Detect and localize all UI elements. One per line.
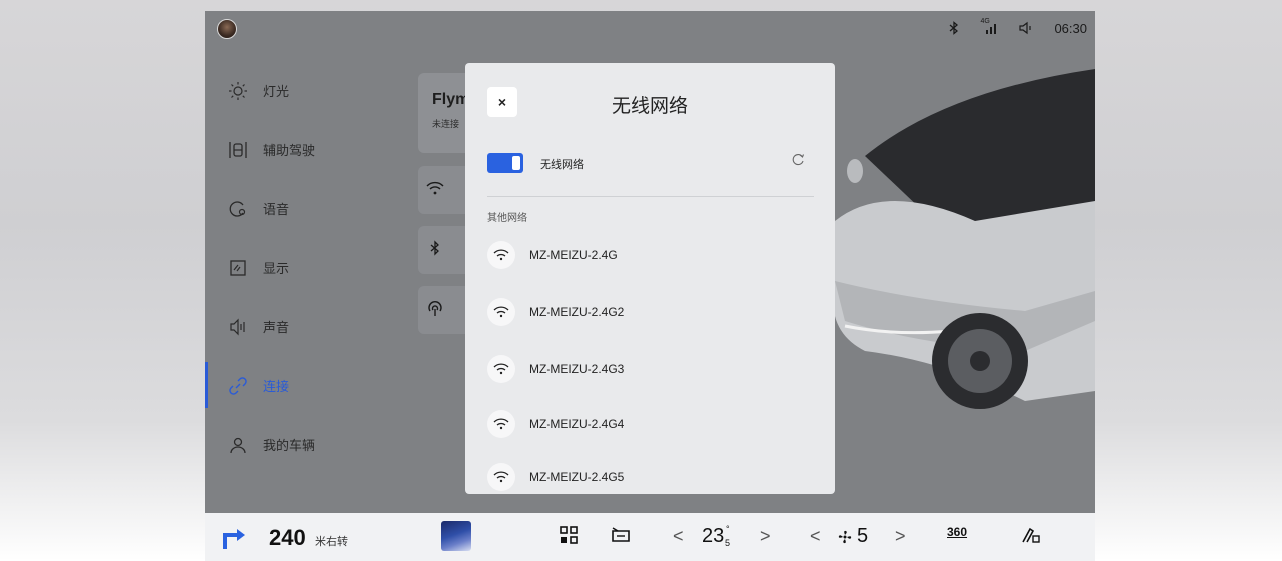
other-networks-label: 其他网络: [487, 213, 527, 224]
menu-item-sound[interactable]: 声音: [205, 297, 405, 356]
voice-icon: [227, 198, 249, 220]
network-item[interactable]: MZ-MEIZU-2.4G2: [487, 292, 817, 332]
menu-item-light[interactable]: 灯光: [205, 61, 405, 120]
light-icon: [227, 80, 249, 102]
display-icon: [227, 257, 249, 279]
menu-item-voice[interactable]: 语音: [205, 179, 405, 238]
dialog-title: 无线网络: [611, 96, 688, 117]
sound-icon: [227, 316, 249, 338]
network-item[interactable]: MZ-MEIZU-2.4G5: [487, 457, 817, 497]
nav-distance: 240: [269, 525, 306, 550]
flyme-card-title: Flym: [432, 91, 470, 108]
apps-grid-icon[interactable]: [559, 525, 579, 550]
settings-menu: 灯光 辅助驾驶 语音 显示 声音 连接 我的车辆: [205, 61, 405, 474]
avatar[interactable]: [217, 19, 237, 39]
status-bar: 4G 06:30: [205, 11, 1095, 45]
menu-item-my-vehicle[interactable]: 我的车辆: [205, 415, 405, 474]
menu-label-light: 灯光: [263, 84, 290, 99]
nav-distance-unit: 米右转: [315, 536, 348, 548]
car-image: [825, 61, 1095, 481]
wifi-dialog: × 无线网络 无线网络 其他网络 MZ-MEIZU-2.4G MZ-MEIZU-…: [465, 63, 835, 494]
bluetooth-icon: [948, 21, 960, 35]
car-seat-icon[interactable]: [610, 525, 632, 550]
network-item[interactable]: MZ-MEIZU-2.4G3: [487, 349, 817, 389]
temperature-value: 23: [702, 525, 725, 547]
wifi-tile-icon: [426, 181, 444, 200]
media-album-art[interactable]: [441, 521, 471, 551]
wifi-icon: [487, 355, 515, 383]
menu-label-display: 显示: [263, 261, 290, 276]
menu-label-voice: 语音: [263, 202, 290, 217]
camera-360-label: 360: [947, 525, 968, 539]
network-name: MZ-MEIZU-2.4G5: [529, 470, 625, 484]
hotspot-tile-icon: [426, 299, 444, 322]
fan-decrease-button[interactable]: <: [810, 526, 821, 547]
menu-item-driving-assist[interactable]: 辅助驾驶: [205, 120, 405, 179]
menu-item-connection[interactable]: 连接: [205, 356, 405, 415]
bluetooth-tile-icon: [429, 239, 441, 261]
network-name: MZ-MEIZU-2.4G3: [529, 362, 625, 376]
toggle-knob: [512, 156, 520, 170]
network-name: MZ-MEIZU-2.4G: [529, 248, 618, 262]
fan-icon: [837, 529, 853, 550]
link-icon: [227, 375, 249, 397]
car-screen: 4G 06:30 灯光 辅助驾驶 语音 显示 声音 连接 我的车辆 Flym 未…: [205, 11, 1095, 559]
wifi-icon: [487, 241, 515, 269]
menu-label-connection: 连接: [263, 379, 290, 394]
bottom-dock: 240 米右转 < 23 5 ° > < 5 > 360: [205, 513, 1095, 561]
flyme-card-status: 未连接: [432, 119, 460, 129]
temp-decrease-button[interactable]: <: [673, 526, 684, 547]
clock: 06:30: [1054, 20, 1087, 36]
divider: [487, 196, 814, 197]
wifi-toggle-label: 无线网络: [540, 159, 584, 171]
menu-label-driving-assist: 辅助驾驶: [263, 143, 316, 158]
wifi-icon: [487, 410, 515, 438]
network-item[interactable]: MZ-MEIZU-2.4G: [487, 235, 817, 275]
fan-increase-button[interactable]: >: [895, 526, 906, 547]
wifi-icon: [487, 298, 515, 326]
camera-360-button[interactable]: 360: [947, 523, 967, 541]
temp-increase-button[interactable]: >: [760, 526, 771, 547]
signal-icon: 4G: [980, 18, 998, 35]
refresh-icon[interactable]: [791, 153, 805, 172]
user-icon: [227, 434, 249, 456]
temperature-degree: °: [726, 524, 730, 534]
volume-icon: [1018, 21, 1034, 35]
network-item[interactable]: MZ-MEIZU-2.4G4: [487, 404, 817, 444]
temperature-decimal: 5: [725, 538, 731, 548]
fan-level: 5: [857, 525, 869, 547]
network-name: MZ-MEIZU-2.4G2: [529, 305, 625, 319]
menu-item-display[interactable]: 显示: [205, 238, 405, 297]
status-indicators: 4G 06:30: [948, 11, 1087, 45]
menu-label-my-vehicle: 我的车辆: [263, 438, 316, 453]
driving-assist-icon: [227, 139, 249, 161]
parking-assist-icon[interactable]: [1020, 525, 1042, 550]
turn-right-icon[interactable]: [215, 523, 249, 556]
network-name: MZ-MEIZU-2.4G4: [529, 417, 625, 431]
wifi-toggle[interactable]: [487, 153, 523, 173]
menu-label-sound: 声音: [263, 320, 290, 335]
wifi-icon: [487, 463, 515, 491]
